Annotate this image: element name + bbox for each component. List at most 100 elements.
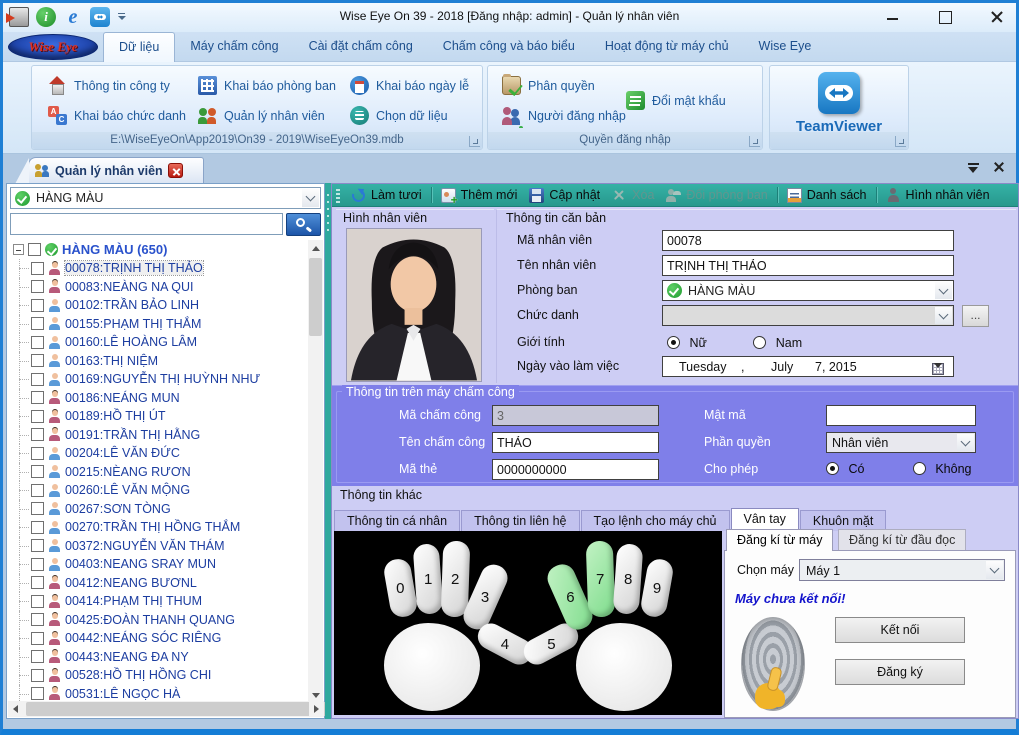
dialog-launcher-icon[interactable] <box>749 136 760 147</box>
tree-item[interactable]: 00442:NEÁNG SÓC RIÊNG <box>9 629 308 648</box>
item-checkbox[interactable] <box>31 595 44 608</box>
item-checkbox[interactable] <box>31 484 44 497</box>
item-checkbox[interactable] <box>31 669 44 682</box>
item-checkbox[interactable] <box>31 354 44 367</box>
item-checkbox[interactable] <box>31 299 44 312</box>
item-checkbox[interactable] <box>31 558 44 571</box>
attendance-id-field[interactable] <box>492 405 659 426</box>
employee-photo-button[interactable]: Hình nhân viên <box>883 186 993 205</box>
gender-male-radio[interactable] <box>753 336 766 349</box>
change-department-button[interactable]: Đổi phòng ban <box>663 186 770 205</box>
tree-item[interactable]: 00189:HỒ THỊ ÚT <box>9 407 308 426</box>
machine-combo[interactable]: Máy 1 <box>799 559 1005 581</box>
attendance-name-field[interactable] <box>492 432 659 453</box>
item-checkbox[interactable] <box>31 391 44 404</box>
add-new-button[interactable]: Thêm mới <box>438 186 521 205</box>
item-checkbox[interactable] <box>31 428 44 441</box>
item-checkbox[interactable] <box>31 687 44 700</box>
card-number-field[interactable] <box>492 459 659 480</box>
menu-tab-cham-cong-bao-bieu[interactable]: Chấm công và báo biểu <box>428 32 590 62</box>
item-checkbox[interactable] <box>31 465 44 478</box>
tab-fingerprint[interactable]: Vân tay <box>731 508 799 531</box>
date-month[interactable]: July <box>771 360 793 374</box>
tree-horizontal-scrollbar[interactable] <box>8 701 324 717</box>
permission-button[interactable]: Phân quyền <box>502 76 595 95</box>
tree-item[interactable]: 00191:TRẦN THỊ HẰNG <box>9 426 308 445</box>
company-info-button[interactable]: Thông tin công ty <box>48 76 170 95</box>
tab-personal-info[interactable]: Thông tin cá nhân <box>334 510 460 531</box>
tab-register-from-reader[interactable]: Đăng kí từ đầu đọc <box>838 529 966 551</box>
menu-tab-may-cham-cong[interactable]: Máy chấm công <box>175 32 293 62</box>
tree-item[interactable]: 00528:HỒ THỊ HỒNG CHI <box>9 666 308 685</box>
dialog-launcher-icon[interactable] <box>469 136 480 147</box>
chevron-down-icon[interactable] <box>957 434 974 451</box>
tree-item[interactable]: 00425:ĐOÀN THANH QUANG <box>9 611 308 630</box>
gender-female-radio[interactable] <box>667 336 680 349</box>
item-checkbox[interactable] <box>31 336 44 349</box>
menu-tab-cai-dat-cham-cong[interactable]: Cài đặt chấm công <box>294 32 428 62</box>
tree-item[interactable]: 00270:TRẦN THỊ HỒNG THẮM <box>9 518 308 537</box>
chevron-down-icon[interactable] <box>986 561 1003 579</box>
chevron-down-icon[interactable] <box>935 307 952 324</box>
tree-item[interactable]: 00443:NEANG ĐA NY <box>9 648 308 667</box>
tree-item[interactable]: 00155:PHẠM THỊ THẮM <box>9 315 308 334</box>
tree-vertical-scrollbar[interactable] <box>308 240 323 703</box>
item-checkbox[interactable] <box>31 447 44 460</box>
item-checkbox[interactable] <box>31 576 44 589</box>
search-button[interactable] <box>286 213 321 236</box>
tree-item[interactable]: 00163:THỊ NIỆM <box>9 352 308 371</box>
list-view-button[interactable]: Danh sách <box>784 186 870 205</box>
item-checkbox[interactable] <box>31 262 44 275</box>
tab-face[interactable]: Khuôn mặt <box>800 510 886 531</box>
dialog-launcher-icon[interactable] <box>895 136 906 147</box>
update-button[interactable]: Cập nhật <box>526 186 603 205</box>
menu-tab-wise-eye[interactable]: Wise Eye <box>744 32 827 62</box>
workspace-close-icon[interactable] <box>992 160 1006 174</box>
employee-manage-button[interactable]: Quản lý nhân viên <box>198 106 325 125</box>
position-more-button[interactable]: ... <box>962 305 989 327</box>
item-checkbox[interactable] <box>31 650 44 663</box>
teamviewer-big-icon[interactable] <box>818 72 860 114</box>
tree-item[interactable]: 00083:NEÀNG NA QUI <box>9 278 308 297</box>
root-checkbox[interactable] <box>28 243 41 256</box>
department-combo[interactable]: HÀNG MÀU <box>662 280 954 301</box>
tree-item[interactable]: 00372:NGUYỄN VĂN THÁM <box>9 537 308 556</box>
tree-root[interactable]: HÀNG MÀU (650) <box>9 240 308 259</box>
search-input[interactable] <box>10 213 283 235</box>
refresh-button[interactable]: Làm tươi <box>348 186 425 205</box>
item-checkbox[interactable] <box>31 280 44 293</box>
item-checkbox[interactable] <box>31 521 44 534</box>
dock-pin-icon[interactable] <box>967 163 980 175</box>
tree-item[interactable]: 00169:NGUYỄN THỊ HUỲNH NHƯ <box>9 370 308 389</box>
select-data-button[interactable]: Chọn dữ liệu <box>350 106 448 125</box>
department-declare-button[interactable]: Khai báo phòng ban <box>198 76 336 95</box>
start-date-picker[interactable]: Tuesday , July 7, 2015 <box>662 356 954 377</box>
toolbar-grip[interactable] <box>336 187 340 203</box>
delete-button[interactable]: Xóa <box>609 186 657 205</box>
calendar-dropdown-button[interactable] <box>925 360 951 375</box>
department-filter-combo[interactable]: HÀNG MÀU <box>10 187 321 209</box>
scroll-up-button[interactable] <box>308 240 323 256</box>
connect-button[interactable]: Kết nối <box>835 617 965 643</box>
employee-name-field[interactable] <box>662 255 954 276</box>
item-checkbox[interactable] <box>31 502 44 515</box>
date-weekday[interactable]: Tuesday <box>679 360 726 374</box>
job-title-button[interactable]: Khai báo chức danh <box>48 106 186 125</box>
tree-item[interactable]: 00204:LÊ VĂN ĐỨC <box>9 444 308 463</box>
scroll-left-button[interactable] <box>8 701 23 717</box>
finger-8[interactable]: 8 <box>613 543 644 615</box>
tree-item[interactable]: 00186:NEÁNG MUN <box>9 389 308 408</box>
password-field[interactable] <box>826 405 976 426</box>
holiday-declare-button[interactable]: Khai báo ngày lễ <box>350 76 469 95</box>
item-checkbox[interactable] <box>31 373 44 386</box>
finger-7[interactable]: 7 <box>586 541 616 618</box>
scrollbar-thumb[interactable] <box>309 258 322 336</box>
tree-item[interactable]: 00215:NÈANG RƯƠN <box>9 463 308 482</box>
tree-item[interactable]: 00403:NEANG SRAY MUN <box>9 555 308 574</box>
date-day-year[interactable]: 7, 2015 <box>815 360 857 374</box>
tab-register-from-machine[interactable]: Đăng kí từ máy <box>726 529 833 551</box>
allowed-yes-radio[interactable] <box>826 462 839 475</box>
item-checkbox[interactable] <box>31 317 44 330</box>
scroll-right-button[interactable] <box>309 701 324 717</box>
menu-tab-du-lieu[interactable]: Dữ liệu <box>103 32 175 62</box>
